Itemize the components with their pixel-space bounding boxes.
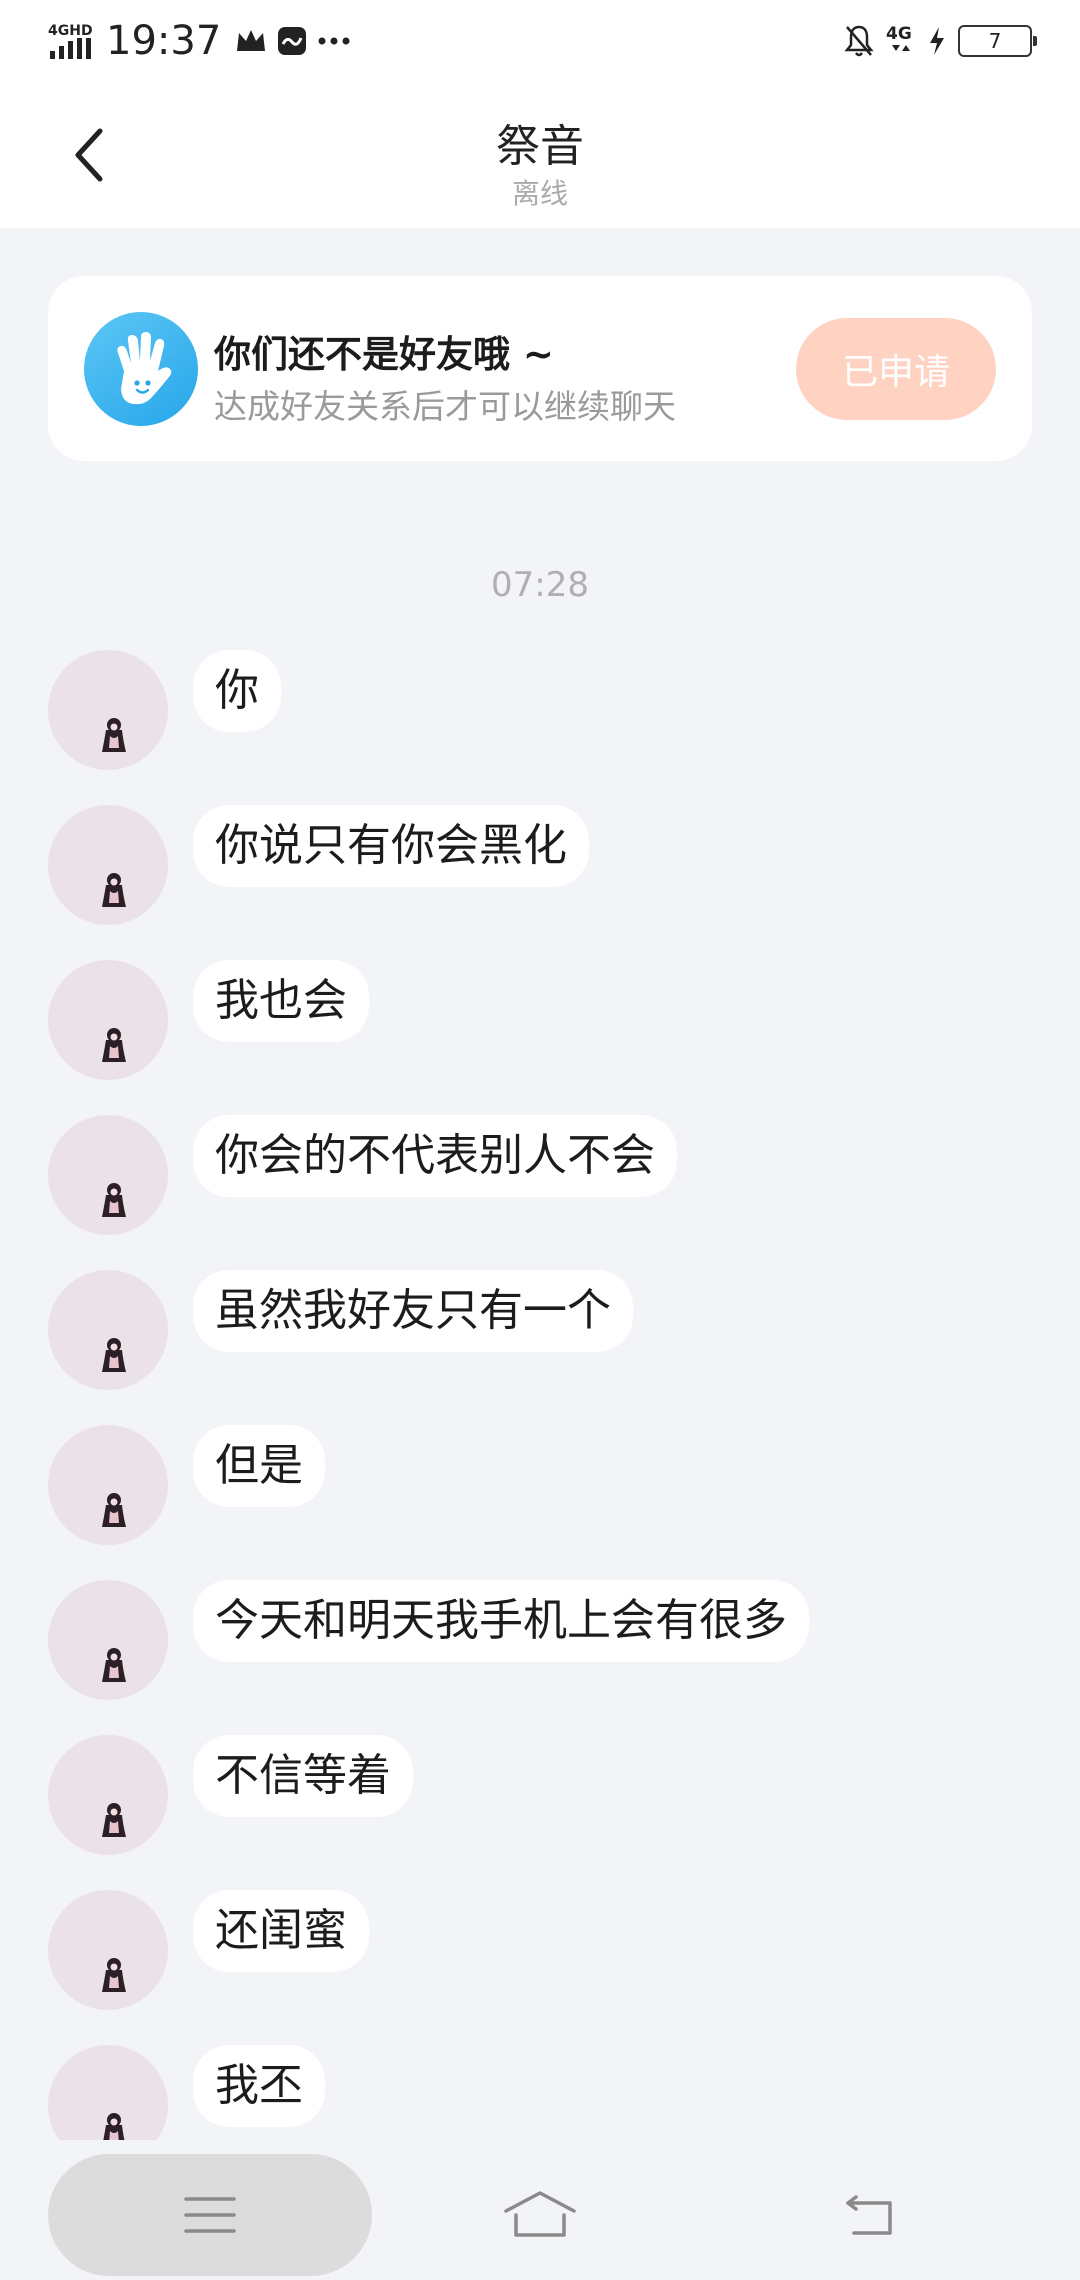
message-row: 不信等着: [48, 1735, 1032, 1855]
back-nav-button[interactable]: [820, 2170, 920, 2260]
avatar[interactable]: [48, 1115, 168, 1235]
avatar[interactable]: [48, 1580, 168, 1700]
avatar-figure-icon: [102, 1493, 126, 1527]
message-bubble[interactable]: 但是: [193, 1425, 325, 1507]
message-row: 你说只有你会黑化: [48, 805, 1032, 925]
avatar[interactable]: [48, 1890, 168, 2010]
more-dots-icon: [318, 37, 350, 45]
message-bubble[interactable]: 我丕: [193, 2045, 325, 2127]
message-bubble[interactable]: 今天和明天我手机上会有很多: [193, 1580, 809, 1662]
friend-card-subtitle: 达成好友关系后才可以继续聊天: [214, 387, 676, 426]
avatar[interactable]: [48, 960, 168, 1080]
status-time: 19:37: [106, 18, 222, 64]
avatar[interactable]: [48, 805, 168, 925]
message-bubble[interactable]: 你: [193, 650, 281, 732]
message-bubble[interactable]: 不信等着: [193, 1735, 413, 1817]
avatar[interactable]: [48, 1735, 168, 1855]
signal-icon: 4GHD: [48, 23, 93, 59]
home-icon: [504, 2191, 576, 2237]
4g-icon: 4G: [886, 24, 912, 51]
message-bubble[interactable]: 你会的不代表别人不会: [193, 1115, 677, 1197]
avatar[interactable]: [48, 1425, 168, 1545]
menu-icon: [184, 2197, 236, 2233]
avatar-figure-icon: [102, 1648, 126, 1682]
avatar[interactable]: [48, 650, 168, 770]
avatar-figure-icon: [102, 1338, 126, 1372]
mute-bell-icon: [844, 25, 874, 57]
avatar-figure-icon: [102, 873, 126, 907]
back-icon: [846, 2195, 892, 2235]
svg-text:4GHD: 4GHD: [48, 23, 93, 39]
message-bubble[interactable]: 你说只有你会黑化: [193, 805, 589, 887]
status-right: 4G 7: [844, 16, 1037, 66]
battery-indicator: 7: [958, 25, 1037, 57]
message-row: 你: [48, 650, 1032, 770]
system-nav-bar: [0, 2140, 1080, 2280]
avatar-figure-icon: [102, 1803, 126, 1837]
contact-status: 离线: [511, 177, 568, 210]
app-icon: [278, 27, 307, 55]
svg-text:4G: 4G: [886, 24, 912, 44]
charging-icon: [930, 27, 944, 55]
chat-header: 祭音 离线: [0, 80, 1080, 228]
status-bar: 4GHD 19:37 4G 7: [0, 0, 1080, 80]
avatar-figure-icon: [102, 1958, 126, 1992]
wave-hand-icon: [84, 312, 198, 426]
message-row: 但是: [48, 1425, 1032, 1545]
chat-timestamp: 07:28: [491, 565, 589, 605]
message-bubble[interactable]: 虽然我好友只有一个: [193, 1270, 633, 1352]
crown-icon: [237, 30, 266, 51]
message-row: 还闺蜜: [48, 1890, 1032, 2010]
message-bubble[interactable]: 还闺蜜: [193, 1890, 369, 1972]
message-row: 我也会: [48, 960, 1032, 1080]
applied-button[interactable]: 已申请: [796, 318, 996, 420]
friend-card-title: 你们还不是好友哦 ~: [214, 333, 554, 376]
avatar-figure-icon: [102, 1183, 126, 1217]
message-bubble[interactable]: 我也会: [193, 960, 369, 1042]
friend-request-card: 你们还不是好友哦 ~ 达成好友关系后才可以继续聊天 已申请: [48, 276, 1032, 461]
contact-name: 祭音: [496, 121, 584, 172]
avatar[interactable]: [48, 1270, 168, 1390]
battery-level: 7: [988, 29, 1002, 53]
status-left: 4GHD 19:37: [48, 16, 351, 66]
menu-button[interactable]: [48, 2154, 372, 2276]
message-row: 虽然我好友只有一个: [48, 1270, 1032, 1390]
message-row: 你会的不代表别人不会: [48, 1115, 1032, 1235]
avatar-figure-icon: [102, 718, 126, 752]
message-row: 今天和明天我手机上会有很多: [48, 1580, 1032, 1700]
home-button[interactable]: [490, 2170, 590, 2260]
avatar-figure-icon: [102, 1028, 126, 1062]
